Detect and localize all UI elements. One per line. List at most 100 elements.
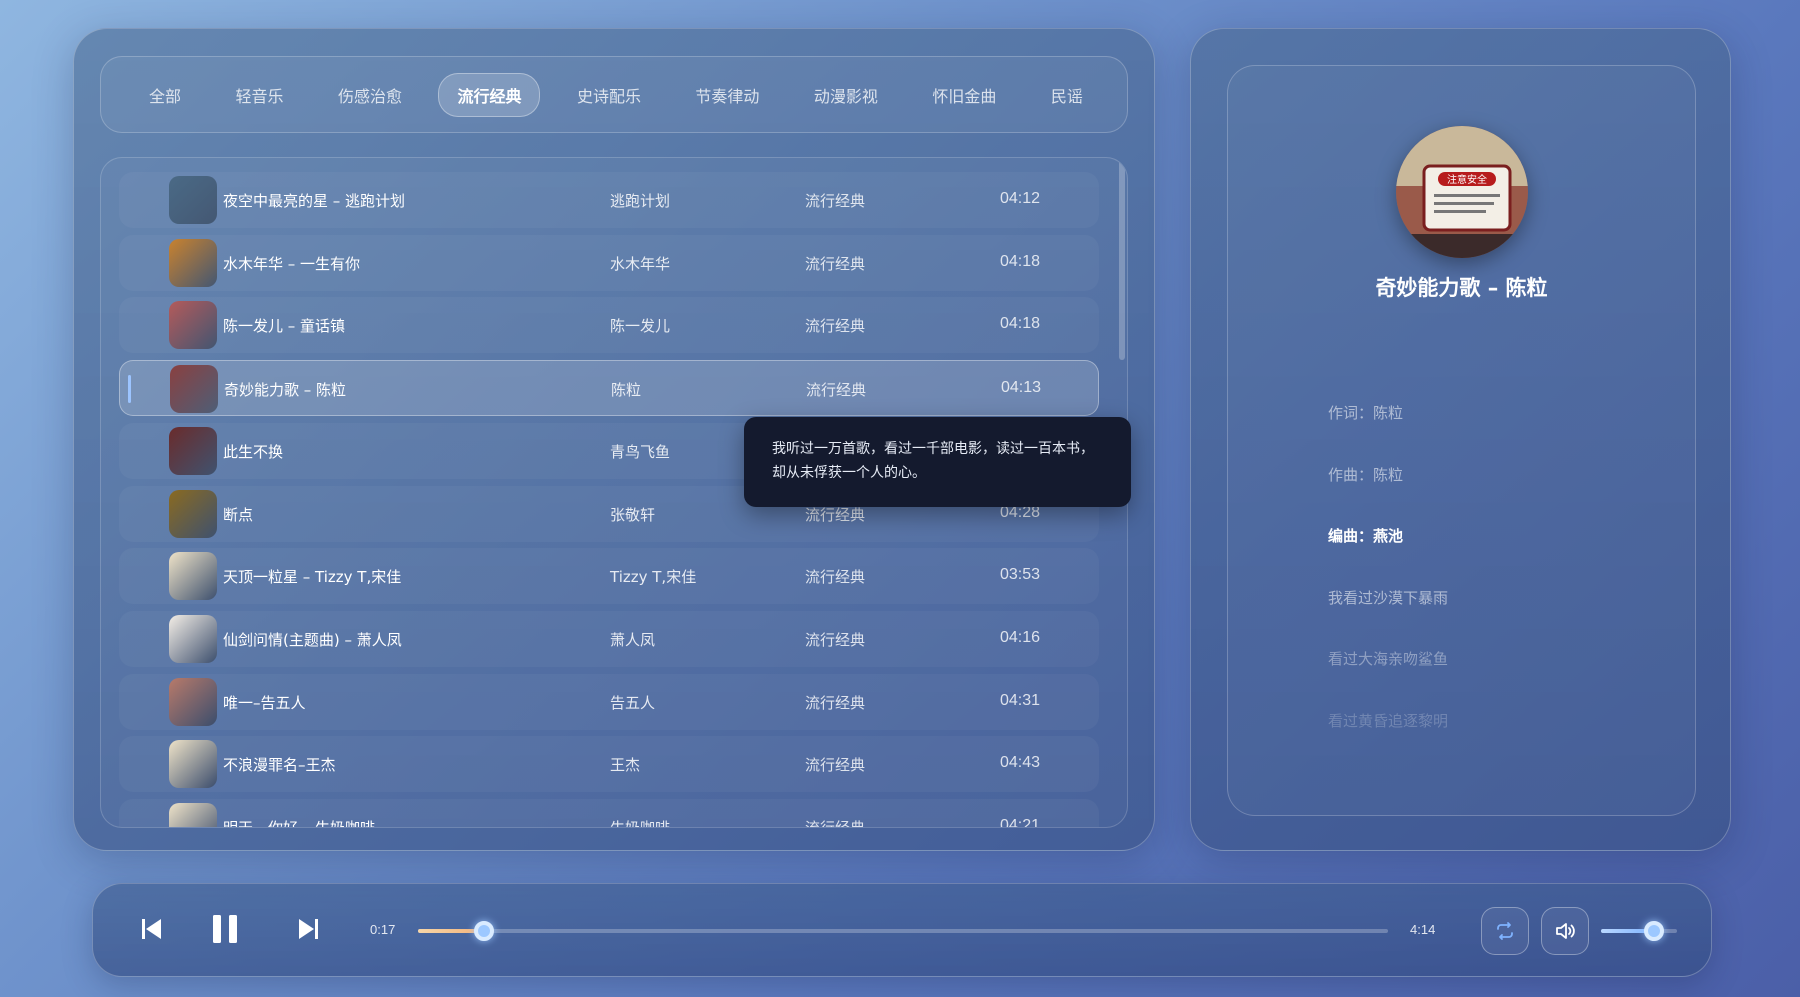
song-cover: [169, 301, 217, 350]
disc-sign: 注意安全: [1447, 173, 1487, 186]
song-cover: [169, 803, 217, 827]
prev-icon: [142, 919, 161, 939]
progress-knob[interactable]: [473, 921, 494, 941]
song-title: 明天，你好 – 牛奶咖啡: [223, 819, 376, 828]
song-artist: 告五人: [610, 693, 656, 712]
song-title: 仙剑问情(主题曲) – 萧人凤: [223, 630, 402, 649]
now-playing-card: 注意安全 奇妙能力歌 – 陈粒 作词：陈粒作曲：陈粒编曲：燕池我看过沙漠下暴雨看…: [1227, 65, 1696, 816]
tab-1[interactable]: 轻音乐: [217, 74, 301, 116]
total-time: 4:14: [1410, 922, 1436, 937]
next-icon: [299, 919, 318, 939]
lyric-line: 编曲：燕池: [1328, 527, 1404, 545]
tab-4[interactable]: 史诗配乐: [559, 74, 659, 116]
active-indicator: [128, 375, 131, 404]
song-artist: 牛奶咖啡: [610, 819, 671, 828]
song-row[interactable]: 天顶一粒星 – Tizzy T,宋佳 Tizzy T,宋佳 流行经典 03:53: [119, 548, 1099, 605]
category-tabs: 全部 轻音乐 伤感治愈 流行经典 史诗配乐 节奏律动 动漫影视 怀旧金曲 民谣: [100, 56, 1128, 133]
current-time: 0:17: [370, 922, 396, 937]
song-artist: 逃跑计划: [610, 192, 671, 210]
song-duration: 04:12: [1000, 190, 1041, 207]
song-title: 夜空中最亮的星 – 逃跑计划: [223, 192, 406, 210]
song-artist: 陈一发儿: [610, 317, 671, 336]
song-title: 此生不换: [223, 442, 284, 461]
lyric-line: 我看过沙漠下暴雨: [1328, 588, 1449, 607]
song-title: 陈一发儿 – 童话镇: [223, 317, 346, 336]
lyric-line: 作曲：陈粒: [1328, 465, 1404, 484]
volume-icon: [1556, 923, 1575, 939]
pause-icon: [213, 915, 237, 943]
song-artist: 水木年华: [610, 254, 671, 273]
pause-button[interactable]: [210, 913, 240, 949]
song-cover: [169, 489, 217, 538]
song-row[interactable]: 仙剑问情(主题曲) – 萧人凤 萧人凤 流行经典 04:16: [119, 610, 1099, 667]
song-duration: 04:18: [1000, 252, 1041, 270]
song-title: 水木年华 – 一生有你: [223, 254, 361, 273]
volume-knob[interactable]: [1644, 921, 1665, 941]
song-title: 天顶一粒星 – Tizzy T,宋佳: [223, 568, 402, 587]
song-genre: 流行经典: [805, 756, 866, 775]
tab-5[interactable]: 节奏律动: [677, 74, 777, 116]
song-row[interactable]: 明天，你好 – 牛奶咖啡 牛奶咖啡 流行经典 04:21: [119, 799, 1099, 828]
scrollbar[interactable]: [1119, 160, 1125, 360]
song-artist: 王杰: [610, 756, 641, 775]
song-row[interactable]: 奇妙能力歌 – 陈粒 陈粒 流行经典 04:13: [119, 360, 1099, 417]
song-cover: [169, 552, 217, 601]
tab-8[interactable]: 民谣: [1033, 74, 1101, 116]
song-cover: [169, 238, 217, 287]
song-duration: 04:43: [1000, 754, 1041, 772]
tab-3[interactable]: 流行经典: [438, 72, 541, 117]
lyric-line: 看过大海亲吻鲨鱼: [1328, 650, 1449, 668]
song-cover: [169, 740, 217, 789]
song-title: 唯一–告五人: [223, 693, 306, 712]
song-artist: Tizzy T,宋佳: [610, 568, 697, 587]
song-title: 不浪漫罪名–王杰: [223, 756, 336, 775]
song-row[interactable]: 水木年华 – 一生有你 水木年华 流行经典 04:18: [119, 234, 1099, 291]
now-playing-panel: 注意安全 奇妙能力歌 – 陈粒 作词：陈粒作曲：陈粒编曲：燕池我看过沙漠下暴雨看…: [1190, 28, 1731, 851]
tab-7[interactable]: 怀旧金曲: [914, 74, 1014, 116]
song-cover: [169, 176, 217, 224]
song-row[interactable]: 夜空中最亮的星 – 逃跑计划 逃跑计划 流行经典 04:12: [119, 172, 1099, 228]
volume-slider[interactable]: [1601, 921, 1677, 941]
prev-button[interactable]: [139, 916, 165, 946]
song-genre: 流行经典: [805, 192, 866, 210]
tab-6[interactable]: 动漫影视: [796, 74, 896, 116]
tab-0[interactable]: 全部: [131, 74, 199, 116]
volume-button[interactable]: [1541, 907, 1589, 955]
song-artist: 青鸟飞鱼: [610, 442, 671, 461]
lyric-line: 作词：陈粒: [1328, 404, 1404, 422]
repeat-button[interactable]: [1481, 907, 1529, 955]
song-title: 奇妙能力歌 – 陈粒: [224, 381, 347, 400]
song-artist: 陈粒: [611, 381, 642, 400]
song-artist: 张敬轩: [610, 505, 656, 524]
song-duration: 04:13: [1001, 379, 1042, 397]
song-cover: [170, 365, 218, 414]
song-duration: 04:18: [1000, 315, 1041, 333]
repeat-icon: [1497, 922, 1513, 940]
song-genre: 流行经典: [805, 568, 866, 587]
next-button[interactable]: [295, 916, 321, 946]
song-duration: 04:16: [1000, 628, 1041, 646]
song-duration: 04:21: [1000, 817, 1041, 828]
song-artist: 萧人凤: [610, 630, 656, 649]
tab-2[interactable]: 伤感治愈: [320, 74, 420, 116]
song-duration: 03:53: [1000, 566, 1041, 584]
song-title: 断点: [223, 505, 254, 524]
lyric-line: 看过黄昏追逐黎明: [1328, 711, 1449, 730]
song-genre: 流行经典: [805, 317, 866, 336]
song-row[interactable]: 陈一发儿 – 童话镇 陈一发儿 流行经典 04:18: [119, 297, 1099, 354]
song-genre: 流行经典: [805, 819, 866, 828]
lyric-tooltip: 我听过一万首歌，看过一千部电影，读过一百本书，却从未俘获一个人的心。: [744, 417, 1131, 507]
album-disc: 注意安全: [1396, 126, 1528, 258]
now-playing-title: 奇妙能力歌 – 陈粒: [1375, 276, 1548, 300]
progress-track[interactable]: [418, 921, 1388, 941]
song-genre: 流行经典: [805, 630, 866, 649]
song-row[interactable]: 不浪漫罪名–王杰 王杰 流行经典 04:43: [119, 736, 1099, 793]
player-bar: 0:17 4:14: [92, 883, 1712, 977]
song-cover: [169, 426, 217, 475]
song-row[interactable]: 唯一–告五人 告五人 流行经典 04:31: [119, 673, 1099, 730]
song-duration: 04:31: [1000, 691, 1041, 709]
song-cover: [169, 614, 217, 663]
song-genre: 流行经典: [805, 693, 866, 712]
song-cover: [169, 677, 217, 726]
song-genre: 流行经典: [806, 381, 867, 400]
